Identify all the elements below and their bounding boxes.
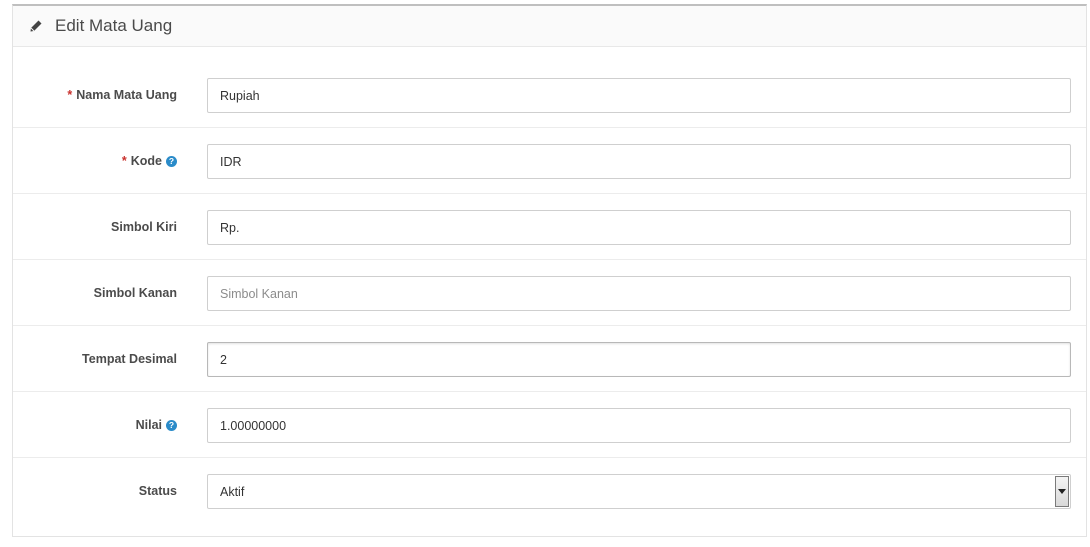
status-select[interactable]: Aktif [207, 474, 1071, 509]
currency-code-input[interactable] [207, 144, 1071, 179]
exchange-value-input[interactable] [207, 408, 1071, 443]
form-row-decimal-place: Tempat Desimal [13, 326, 1086, 392]
required-marker: * [67, 88, 73, 102]
code-label-text: Kode [130, 154, 162, 168]
decimal-place-label: Tempat Desimal [82, 352, 177, 366]
name-label-text: Nama Mata Uang [76, 88, 177, 102]
form-row-code: * Kode ? [13, 128, 1086, 194]
code-label: * Kode ? [122, 128, 177, 194]
chevron-down-icon[interactable] [1055, 476, 1069, 507]
currency-name-input[interactable] [207, 78, 1071, 113]
symbol-right-label: Simbol Kanan [93, 286, 177, 300]
edit-currency-panel: Edit Mata Uang * Nama Mata Uang * Kode ?… [12, 4, 1087, 537]
symbol-left-input[interactable] [207, 210, 1071, 245]
decimal-place-input[interactable] [207, 342, 1071, 377]
symbol-left-label: Simbol Kiri [111, 220, 177, 234]
help-icon[interactable]: ? [166, 419, 177, 431]
form-row-status: Status Aktif [13, 458, 1086, 524]
form-row-symbol-left: Simbol Kiri [13, 194, 1086, 260]
status-label: Status [138, 484, 177, 498]
required-marker: * [121, 154, 127, 168]
form-row-value: Nilai ? [13, 392, 1086, 458]
value-label: Nilai ? [136, 392, 177, 458]
name-label: * Nama Mata Uang [67, 62, 177, 128]
pencil-icon [29, 19, 43, 33]
form-row-name: * Nama Mata Uang [13, 62, 1086, 128]
form-row-symbol-right: Simbol Kanan [13, 260, 1086, 326]
panel-heading: Edit Mata Uang [13, 6, 1086, 47]
symbol-right-input[interactable] [207, 276, 1071, 311]
help-icon[interactable]: ? [166, 155, 177, 167]
status-selected-value: Aktif [220, 484, 245, 499]
panel-title: Edit Mata Uang [55, 16, 173, 35]
value-label-text: Nilai [135, 418, 162, 432]
